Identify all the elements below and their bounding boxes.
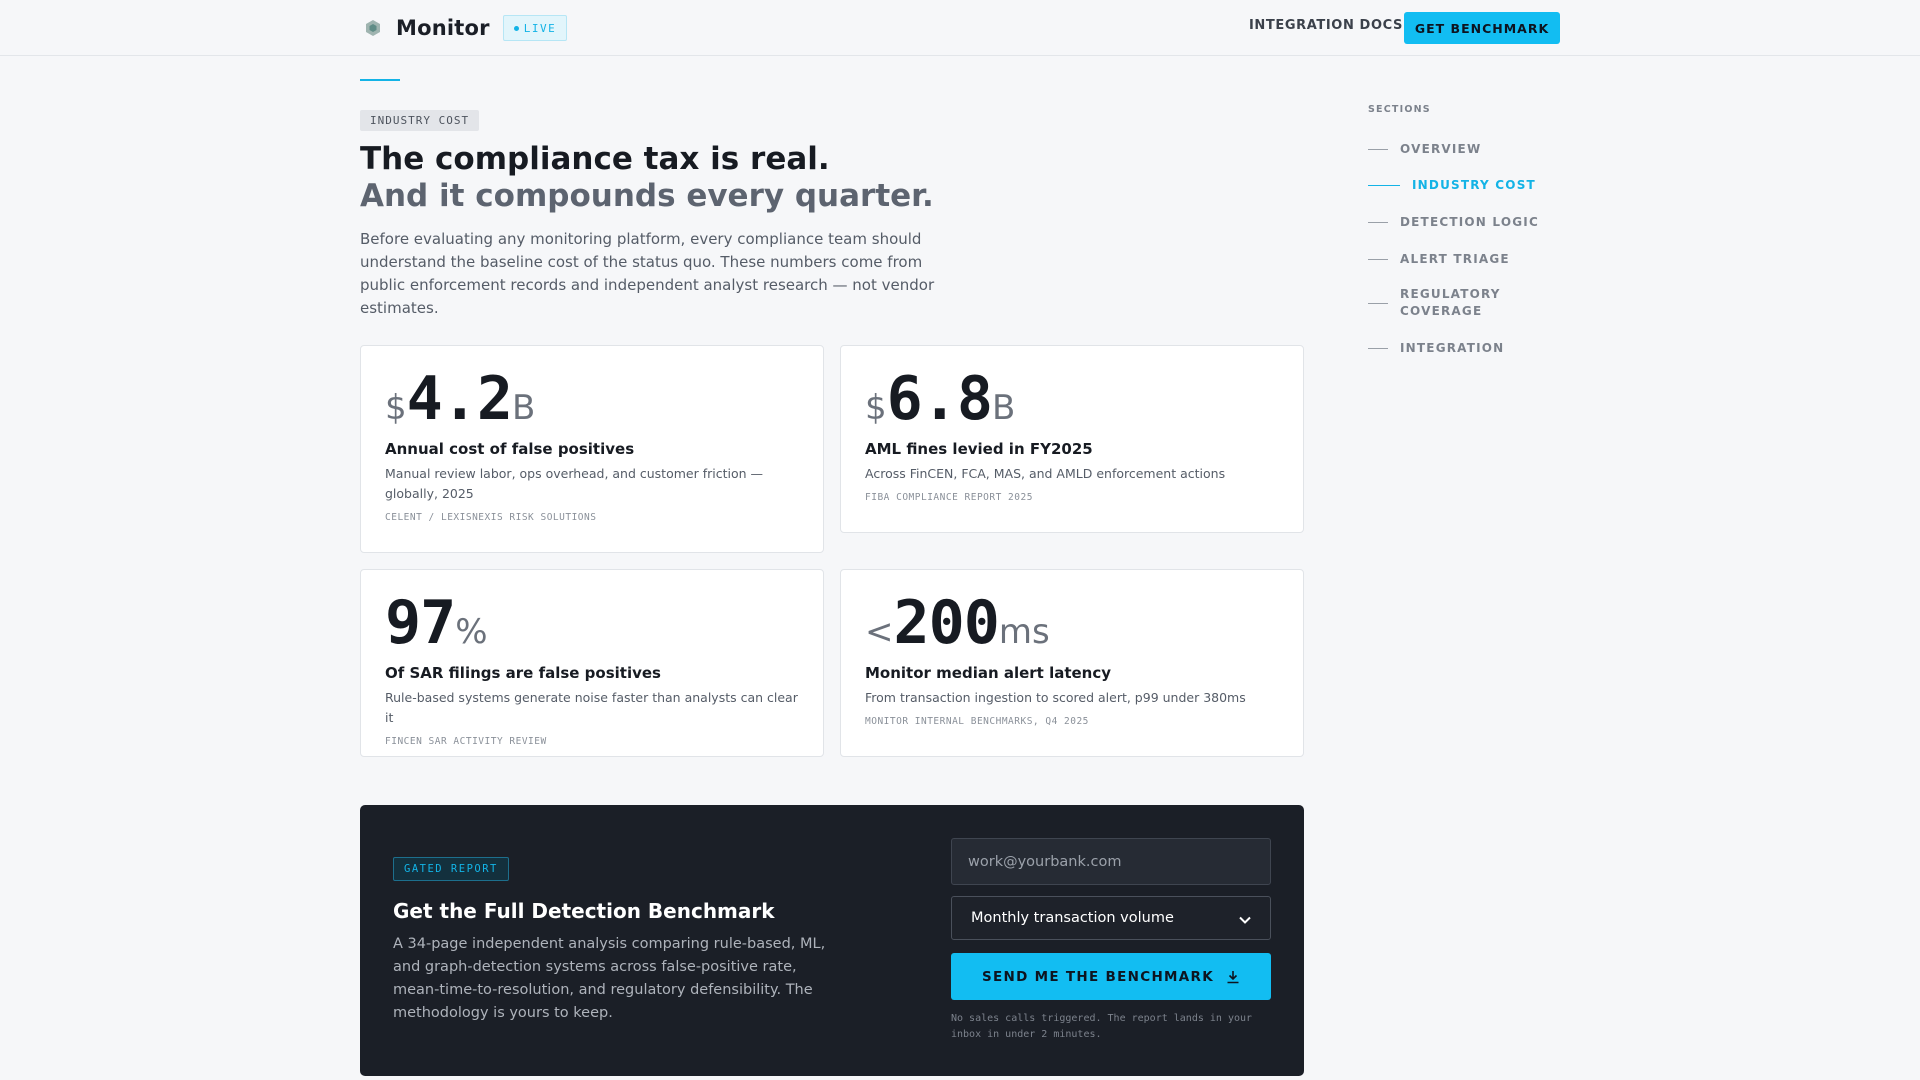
stat-value: 200	[893, 588, 1000, 658]
live-badge-label: LIVE	[523, 21, 557, 35]
send-benchmark-button[interactable]: SEND ME THE BENCHMARK	[951, 953, 1271, 1000]
stat-suffix: B	[992, 388, 1016, 428]
stat-source: MONITOR INTERNAL BENCHMARKS, Q4 2025	[865, 716, 1089, 727]
dash-icon	[1368, 302, 1388, 304]
accent-line	[360, 79, 400, 81]
hexagon-logo-icon	[364, 19, 382, 37]
email-field[interactable]	[951, 838, 1271, 885]
brand[interactable]: Monitor LIVE	[364, 14, 568, 42]
stat-source: FINCEN SAR ACTIVITY REVIEW	[385, 736, 547, 747]
stat-description: Manual review labor, ops overhead, and c…	[385, 466, 764, 501]
stat-value: 4.2	[406, 364, 513, 434]
page-title: The compliance tax is real.	[360, 141, 830, 177]
stat-description: Rule-based systems generate noise faster…	[385, 690, 798, 725]
stat-description: Across FinCEN, FCA, MAS, and AMLD enforc…	[865, 466, 1226, 481]
stat-suffix: ms	[998, 612, 1050, 652]
gated-report-tag: GATED REPORT	[393, 857, 509, 881]
transaction-volume-select[interactable]: Monthly transaction volume	[951, 896, 1271, 940]
section-link-label: REGULATORY COVERAGE	[1400, 287, 1501, 318]
stat-suffix: %	[455, 612, 488, 652]
select-value: Monthly transaction volume	[971, 910, 1174, 926]
integration-docs-link[interactable]: INTEGRATION DOCS	[1249, 18, 1403, 33]
section-link-regulatory-coverage[interactable]: REGULATORY COVERAGE	[1368, 286, 1501, 320]
get-benchmark-button[interactable]: GET BENCHMARK	[1404, 12, 1560, 44]
download-icon	[1226, 970, 1240, 984]
gated-report-panel: GATED REPORT Get the Full Detection Benc…	[360, 805, 1304, 1076]
section-link-industry-cost[interactable]: INDUSTRY COST	[1368, 177, 1536, 194]
stat-value: 97	[385, 588, 456, 658]
section-link-overview[interactable]: OVERVIEW	[1368, 141, 1481, 158]
intro-paragraph: Before evaluating any monitoring platfor…	[360, 230, 935, 317]
report-description: A 34-page independent analysis comparing…	[393, 936, 826, 1021]
section-link-label: DETECTION LOGIC	[1400, 215, 1539, 229]
stat-title: AML fines levied in FY2025	[865, 440, 1093, 458]
dash-icon	[1368, 259, 1388, 260]
dash-icon	[1368, 149, 1388, 150]
stat-title: Annual cost of false positives	[385, 440, 635, 458]
stat-figure: < 200 ms	[865, 588, 1279, 658]
dash-icon	[1368, 348, 1388, 349]
stat-source: FIBA COMPLIANCE REPORT 2025	[865, 492, 1033, 503]
stat-title: Monitor median alert latency	[865, 664, 1112, 682]
section-link-label: ALERT TRIAGE	[1400, 252, 1510, 266]
dot-icon	[513, 25, 519, 31]
stat-figure: $ 4.2 B	[385, 364, 799, 434]
report-title: Get the Full Detection Benchmark	[393, 899, 775, 923]
stat-figure: 97 %	[385, 588, 799, 658]
section-link-label: INDUSTRY COST	[1412, 178, 1536, 192]
page-subtitle: And it compounds every quarter.	[360, 178, 934, 214]
stat-card-aml-fines: $ 6.8 B AML fines levied in FY2025 Acros…	[840, 345, 1304, 533]
section-link-label: INTEGRATION	[1400, 341, 1505, 355]
dash-icon	[1368, 185, 1400, 186]
stat-description: From transaction ingestion to scored ale…	[865, 690, 1246, 705]
section-link-label: OVERVIEW	[1400, 142, 1482, 156]
stat-value: 6.8	[886, 364, 993, 434]
stat-suffix: B	[512, 388, 536, 428]
top-navbar: Monitor LIVE INTEGRATION DOCS GET BENCHM…	[0, 0, 1920, 56]
stat-figure: $ 6.8 B	[865, 364, 1279, 434]
stat-source: CELENT / LEXISNEXIS RISK SOLUTIONS	[385, 512, 597, 523]
stat-prefix: $	[865, 388, 887, 428]
dash-icon	[1368, 222, 1388, 223]
brand-name: Monitor	[396, 16, 490, 40]
live-badge: LIVE	[502, 15, 568, 41]
sections-heading: SECTIONS	[1368, 104, 1431, 115]
section-link-integration[interactable]: INTEGRATION	[1368, 340, 1504, 357]
stat-card-false-positive-cost: $ 4.2 B Annual cost of false positives M…	[360, 345, 824, 553]
stat-prefix: <	[865, 612, 894, 652]
stat-prefix: $	[385, 388, 407, 428]
fine-print: No sales calls triggered. The report lan…	[951, 1013, 1253, 1040]
section-link-alert-triage[interactable]: ALERT TRIAGE	[1368, 251, 1510, 268]
chevron-down-icon	[1239, 909, 1251, 928]
stat-card-sar-false-positives: 97 % Of SAR filings are false positives …	[360, 569, 824, 757]
section-link-detection-logic[interactable]: DETECTION LOGIC	[1368, 214, 1539, 231]
send-button-label: SEND ME THE BENCHMARK	[982, 968, 1214, 985]
stat-title: Of SAR filings are false positives	[385, 664, 661, 682]
stat-card-alert-latency: < 200 ms Monitor median alert latency Fr…	[840, 569, 1304, 757]
section-tag: INDUSTRY COST	[360, 110, 480, 131]
